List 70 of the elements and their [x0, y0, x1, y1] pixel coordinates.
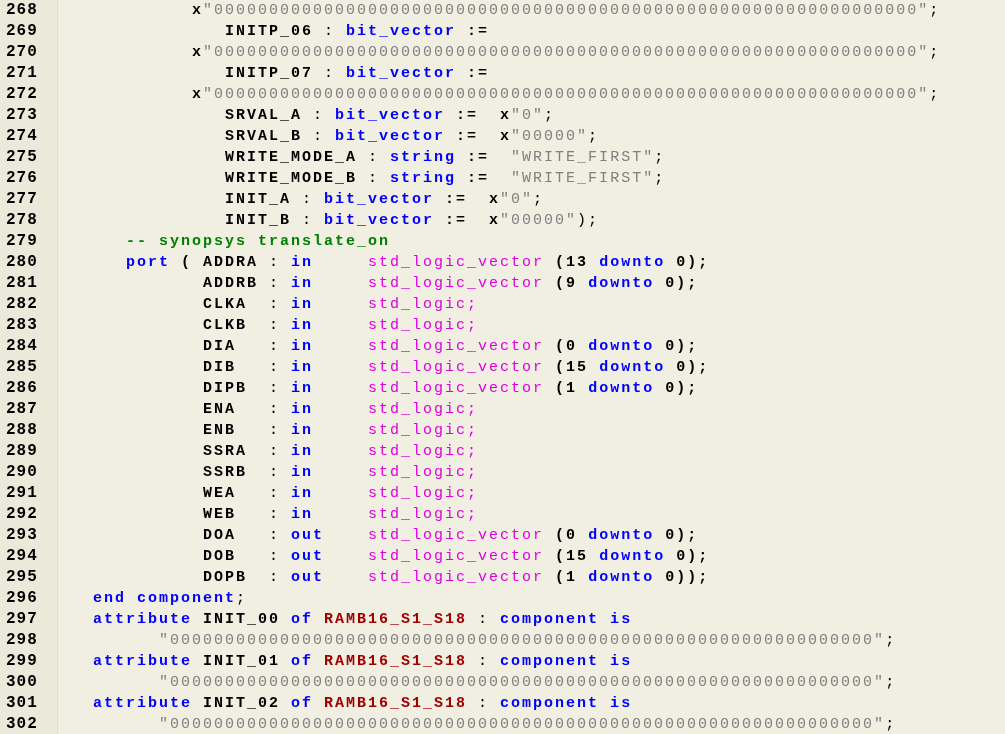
line-number: 283 [5, 315, 39, 336]
line-number: 276 [5, 168, 39, 189]
code-line: INIT_A : bit_vector := x"0"; [225, 190, 545, 210]
code-line: DIA : in std_logic_vector (0 downto 0); [203, 337, 699, 357]
line-number: 290 [5, 462, 39, 483]
line-number: 301 [5, 693, 39, 714]
line-number: 289 [5, 441, 39, 462]
line-number: 278 [5, 210, 39, 231]
line-number: 272 [5, 84, 39, 105]
code-line: port ( ADDRA : in std_logic_vector (13 downto 0); [126, 253, 710, 273]
line-number: 285 [5, 357, 39, 378]
line-number: 294 [5, 546, 39, 567]
code-line: ENA : in std_logic; [203, 400, 479, 420]
line-number: 296 [5, 588, 39, 609]
line-number: 277 [5, 189, 39, 210]
line-number: 299 [5, 651, 39, 672]
code-line: "0000000000000000000000000000000000000000000000000000000000000000"; [159, 715, 897, 734]
line-number: 286 [5, 378, 39, 399]
code-line: end component; [93, 589, 248, 609]
code-line: WRITE_MODE_B : string := "WRITE_FIRST"; [225, 169, 666, 189]
line-number: 287 [5, 399, 39, 420]
code-line: INIT_B : bit_vector := x"00000"); [225, 211, 600, 231]
code-line: x"0000000000000000000000000000000000000000000000000000000000000000"; [192, 43, 941, 63]
line-number: 293 [5, 525, 39, 546]
code-line: -- synopsys translate_on [126, 232, 391, 252]
line-number: 271 [5, 63, 39, 84]
line-number: 300 [5, 672, 39, 693]
line-number: 274 [5, 126, 39, 147]
line-number: 270 [5, 42, 39, 63]
line-number: 282 [5, 294, 39, 315]
line-number: 273 [5, 105, 39, 126]
code-line: SSRA : in std_logic; [203, 442, 479, 462]
code-line: attribute INIT_00 of RAMB16_S1_S18 : component is [93, 610, 633, 630]
code-line: DOA : out std_logic_vector (0 downto 0); [203, 526, 699, 546]
line-number: 268 [5, 0, 39, 21]
code-line: SSRB : in std_logic; [203, 463, 479, 483]
code-line: DIB : in std_logic_vector (15 downto 0); [203, 358, 710, 378]
line-number: 302 [5, 714, 39, 734]
code-line: WRITE_MODE_A : string := "WRITE_FIRST"; [225, 148, 666, 168]
line-number: 292 [5, 504, 39, 525]
code-line: DOPB : out std_logic_vector (1 downto 0)); [203, 568, 710, 588]
code-line: x"0000000000000000000000000000000000000000000000000000000000000000"; [192, 85, 941, 105]
line-number: 298 [5, 630, 39, 651]
code-line: SRVAL_B : bit_vector := x"00000"; [225, 127, 600, 147]
code-line: INITP_07 : bit_vector := [225, 64, 490, 84]
code-line: ADDRB : in std_logic_vector (9 downto 0); [203, 274, 699, 294]
line-number: 275 [5, 147, 39, 168]
line-number: 297 [5, 609, 39, 630]
code-line: DOB : out std_logic_vector (15 downto 0); [203, 547, 710, 567]
line-number: 269 [5, 21, 39, 42]
line-number: 291 [5, 483, 39, 504]
code-line: x"0000000000000000000000000000000000000000000000000000000000000000"; [192, 1, 941, 21]
code-line: SRVAL_A : bit_vector := x"0"; [225, 106, 556, 126]
code-line: "0000000000000000000000000000000000000000000000000000000000000000"; [159, 631, 897, 651]
line-number: 295 [5, 567, 39, 588]
code-line: CLKB : in std_logic; [203, 316, 479, 336]
line-number: 281 [5, 273, 39, 294]
code-line: CLKA : in std_logic; [203, 295, 479, 315]
code-line: "0000000000000000000000000000000000000000000000000000000000000000"; [159, 673, 897, 693]
code-line: INITP_06 : bit_vector := [225, 22, 490, 42]
line-number: 288 [5, 420, 39, 441]
line-number: 279 [5, 231, 39, 252]
code-line: DIPB : in std_logic_vector (1 downto 0); [203, 379, 699, 399]
code-line: ENB : in std_logic; [203, 421, 479, 441]
code-line: WEA : in std_logic; [203, 484, 479, 504]
line-number: 280 [5, 252, 39, 273]
code-line: attribute INIT_02 of RAMB16_S1_S18 : component is [93, 694, 633, 714]
code-line: attribute INIT_01 of RAMB16_S1_S18 : component is [93, 652, 633, 672]
code-line: WEB : in std_logic; [203, 505, 479, 525]
line-number: 284 [5, 336, 39, 357]
